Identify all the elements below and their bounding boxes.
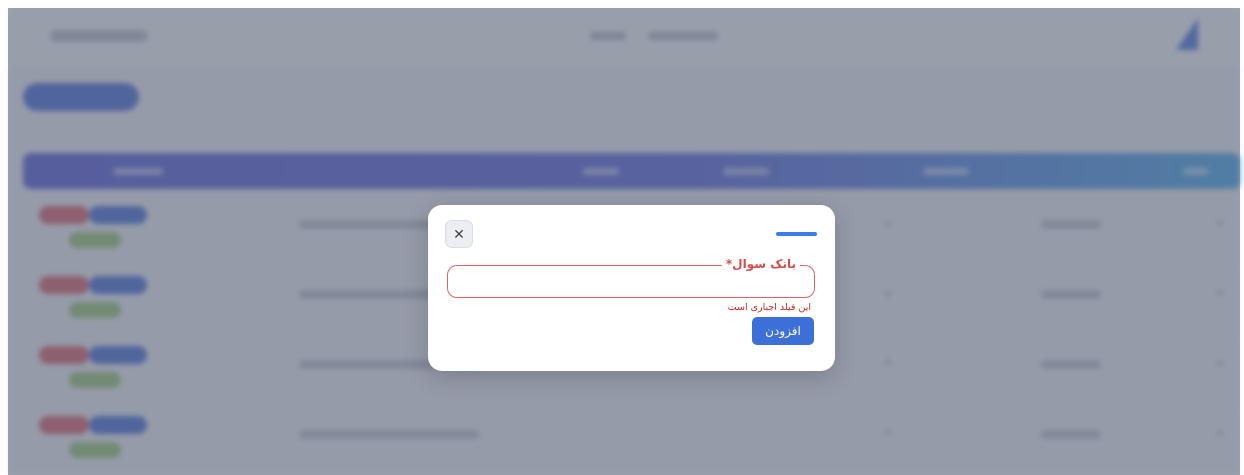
question-bank-input[interactable] — [448, 266, 814, 297]
question-bank-field: بانک سوال* — [447, 255, 815, 298]
add-button[interactable]: افزودن — [752, 317, 814, 345]
dialog-title-accent — [776, 232, 817, 236]
add-question-bank-dialog: ✕ بانک سوال* این فیلد اجباری است افزودن — [428, 205, 835, 371]
close-icon: ✕ — [453, 225, 465, 242]
field-error-message: این فیلد اجباری است — [727, 302, 811, 313]
close-button[interactable]: ✕ — [445, 220, 473, 248]
